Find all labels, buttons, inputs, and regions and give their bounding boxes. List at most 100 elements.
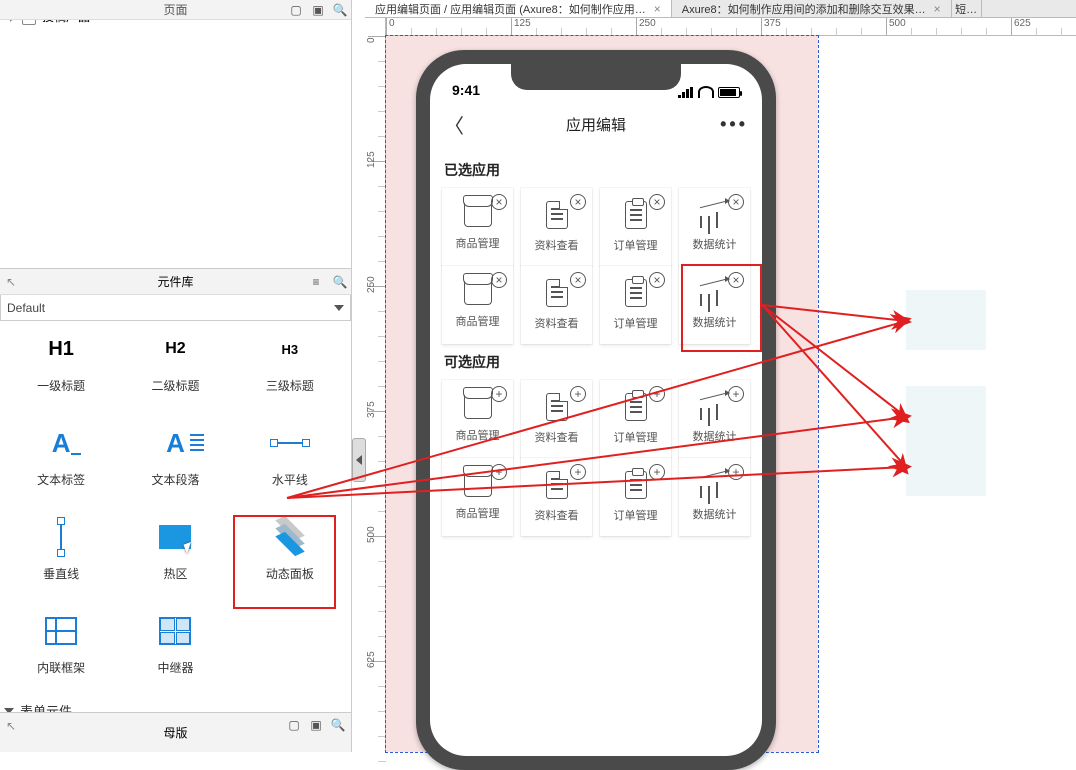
widget-h2[interactable]: H2二级标题 [120,327,230,411]
annotation-highlight [233,515,336,609]
ruler-tick: 375 [761,18,781,35]
remove-badge-icon[interactable] [649,194,665,210]
library-menu-icon[interactable]: ≡ [309,275,323,289]
app-tile-label: 商品管理 [456,313,500,329]
drop-target-placeholder[interactable] [906,436,986,496]
app-tile[interactable]: 资料查看 [521,266,592,344]
library-set-dropdown[interactable]: Default [0,295,351,321]
more-icon[interactable]: ••• [720,114,748,135]
masters-search-icon[interactable]: 🔍 [331,718,345,732]
app-tile[interactable]: 订单管理 [600,188,671,266]
widget-hotarea[interactable]: 热区 [120,515,230,599]
app-tile[interactable]: 资料查看 [521,458,592,536]
close-icon[interactable]: × [934,2,941,16]
tab-label: 短… [955,1,977,17]
widget-library-panel: ↖ 元件库 ≡ 🔍 Default H1一级标题H2二级标题H3三级标题A文本标… [0,268,352,712]
app-tile[interactable]: 订单管理 [600,458,671,536]
add-badge-icon[interactable] [491,386,507,402]
ruler-tick: 125 [511,18,531,35]
app-tile[interactable]: 商品管理 [442,188,513,266]
widget-label: 垂直线 [43,565,79,582]
chevron-down-icon [334,305,344,311]
app-tile[interactable]: 订单管理 [600,266,671,344]
remove-badge-icon[interactable] [649,272,665,288]
order-icon [625,279,647,307]
widget-label: 水平线 [272,471,308,488]
ruler-tick: 125 [368,161,385,173]
document-tab-stub[interactable]: 短… [952,0,982,17]
widget-textlabel[interactable]: A文本标签 [6,421,116,505]
remove-badge-icon[interactable] [491,272,507,288]
h-line-icon [267,421,313,465]
section-title: 已选应用 [438,152,754,188]
app-tile-label: 订单管理 [614,507,658,523]
drop-target-placeholder[interactable] [906,290,986,350]
widget-paragraph[interactable]: A 文本段落 [120,421,230,505]
widget-label: 内联框架 [37,659,85,676]
nav-title: 应用编辑 [566,114,626,135]
pin-icon[interactable]: ↖ [6,275,16,289]
nav-bar: 〈 应用编辑 ••• [430,102,762,146]
app-tile-label: 商品管理 [456,235,500,251]
add-badge-icon[interactable] [570,386,586,402]
h1-icon: H1 [38,327,84,371]
iframe-icon [38,609,84,653]
remove-badge-icon[interactable] [570,272,586,288]
remove-badge-icon[interactable] [728,194,744,210]
search-icon[interactable]: 🔍 [333,3,347,17]
app-tile[interactable]: 商品管理 [442,380,513,458]
vertical-ruler[interactable]: 0125250375500625 [368,36,386,752]
add-master-icon[interactable]: ▢ [287,718,301,732]
document-tab[interactable]: 应用编辑页面 / 应用编辑页面 (Axure8：如何制作应用… × [365,0,672,17]
app-tile[interactable]: 商品管理 [442,266,513,344]
add-badge-icon[interactable] [728,386,744,402]
app-tile-label: 订单管理 [614,429,658,445]
horizontal-ruler[interactable]: 0125250375500625 [386,18,1076,36]
pin-icon[interactable]: ↖ [6,719,16,733]
add-folder-icon[interactable]: ▣ [311,3,325,17]
battery-icon [718,87,740,98]
hotarea-icon [152,515,198,559]
annotation-highlight [681,264,762,352]
widget-label: 文本段落 [151,471,199,488]
wifi-icon [698,86,714,98]
app-tile[interactable]: 数据统计 [679,458,750,536]
app-tile-label: 资料查看 [535,429,579,445]
doc-icon [546,201,568,229]
widget-label: 热区 [163,565,187,582]
library-forms-label: 表单元件 [20,701,72,712]
add-master-folder-icon[interactable]: ▣ [309,718,323,732]
add-page-icon[interactable]: ▢ [289,3,303,17]
paragraph-icon: A [152,421,198,465]
widget-h3[interactable]: H3三级标题 [235,327,345,411]
shop-icon [464,395,492,419]
back-icon[interactable]: 〈 [444,110,464,139]
library-scroll[interactable]: H1一级标题H2二级标题H3三级标题A文本标签A文本段落水平线垂直线热区动态面板… [0,321,351,712]
order-icon [625,471,647,499]
remove-badge-icon[interactable] [570,194,586,210]
stats-icon [700,202,730,228]
add-badge-icon[interactable] [570,464,586,480]
widget-h1[interactable]: H1 一级标题 [6,327,116,411]
design-canvas[interactable]: 9:41 〈 应用编辑 ••• 已选应用商品管理资料查看订单管理数据统计商品管理… [386,36,1076,752]
document-tabstrip: 应用编辑页面 / 应用编辑页面 (Axure8：如何制作应用… × Axure8… [365,0,1076,18]
widget-iframe[interactable]: 内联框架 [6,609,116,693]
document-tab[interactable]: Axure8：如何制作应用间的添加和删除交互效果… × [672,0,952,17]
app-tile[interactable]: 数据统计 [679,188,750,266]
app-tile-label: 商品管理 [456,505,500,521]
ruler-tick: 500 [368,536,385,548]
panel-splitter[interactable] [352,0,366,752]
masters-panel: ↖ 母版 ▢ ▣ 🔍 [0,712,352,752]
widget-v-line[interactable]: 垂直线 [6,515,116,599]
close-icon[interactable]: × [654,2,661,16]
widget-label: 一级标题 [37,377,85,394]
remove-badge-icon[interactable] [491,194,507,210]
widget-label: 中继器 [157,659,193,676]
app-grid: 商品管理 资料查看订单管理数据统计 [438,188,754,266]
app-tile[interactable]: 资料查看 [521,188,592,266]
add-badge-icon[interactable] [728,464,744,480]
library-search-icon[interactable]: 🔍 [333,275,347,289]
v-line-icon [38,515,84,559]
widget-repeater[interactable]: 中继器 [120,609,230,693]
library-forms-section[interactable]: 表单元件 [0,693,351,712]
